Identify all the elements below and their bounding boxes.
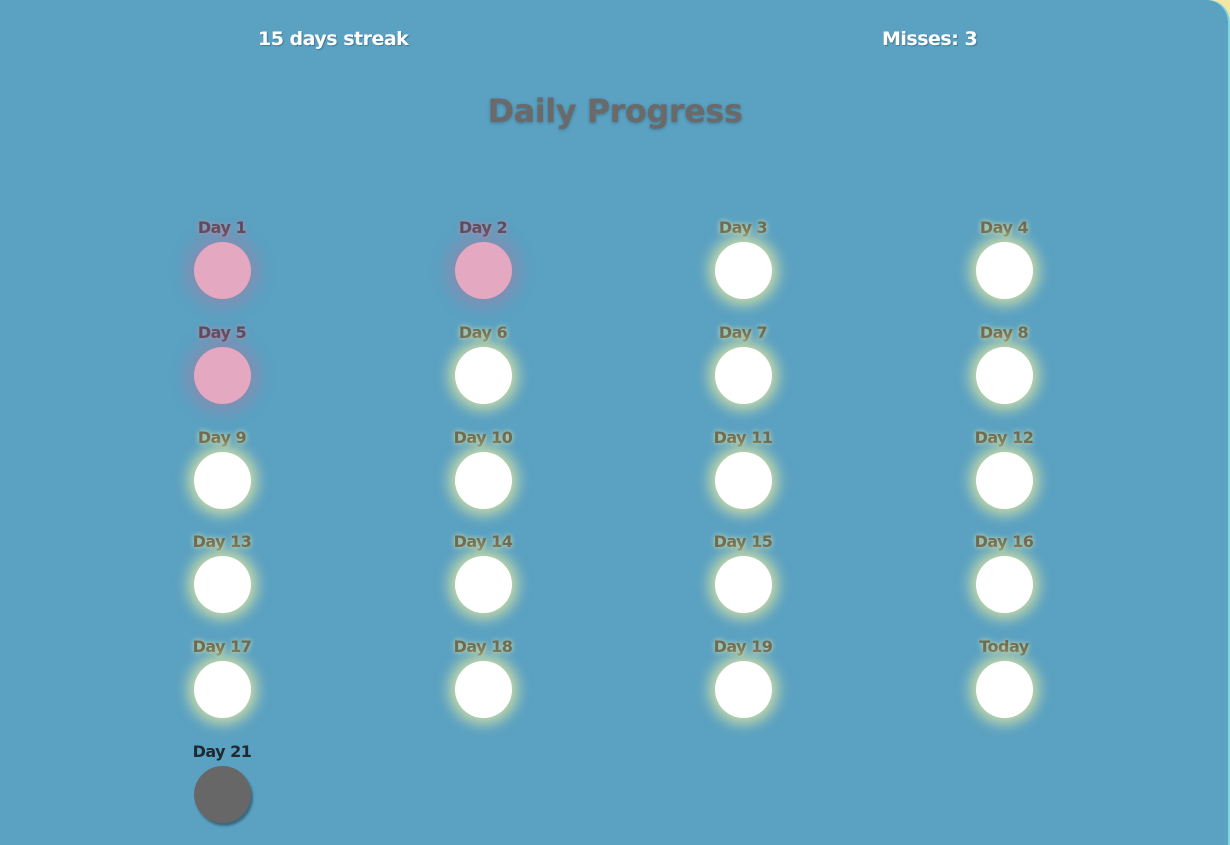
day-status-dot[interactable] [455,452,512,509]
day-label: Day 16 [974,532,1034,551]
day-label: Day 15 [713,532,773,551]
day-cell[interactable]: Day 9 [162,428,282,528]
day-label: Day 2 [458,218,508,237]
day-label: Day 6 [458,323,508,342]
day-label: Day 18 [453,637,513,656]
day-cell[interactable]: Day 2 [423,218,543,318]
day-status-dot[interactable] [194,242,251,299]
day-label: Day 8 [979,323,1029,342]
day-cell[interactable]: Day 10 [423,428,543,528]
day-status-dot[interactable] [194,347,251,404]
day-label: Day 4 [979,218,1029,237]
day-label: Day 14 [453,532,513,551]
day-label: Day 5 [197,323,247,342]
day-label: Day 1 [197,218,247,237]
day-status-dot[interactable] [194,452,251,509]
day-status-dot[interactable] [976,661,1033,718]
day-status-dot[interactable] [976,347,1033,404]
day-label: Day 17 [192,637,252,656]
day-status-dot[interactable] [194,661,251,718]
day-cell[interactable]: Day 11 [683,428,803,528]
day-label: Day 19 [713,637,773,656]
day-label: Day 9 [197,428,247,447]
day-status-dot[interactable] [194,556,251,613]
day-cell[interactable]: Day 1 [162,218,282,318]
day-label: Day 21 [192,742,252,761]
day-status-dot[interactable] [455,242,512,299]
day-cell[interactable]: Day 3 [683,218,803,318]
day-cell[interactable]: Day 5 [162,323,282,423]
day-label: Day 3 [718,218,768,237]
day-status-dot[interactable] [715,661,772,718]
streak-counter: 15 days streak [258,28,409,50]
day-cell[interactable]: Day 21 [162,742,282,842]
day-cell[interactable]: Day 7 [683,323,803,423]
day-label: Day 13 [192,532,252,551]
day-status-dot[interactable] [976,556,1033,613]
day-cell[interactable]: Day 17 [162,637,282,737]
misses-counter: Misses: 3 [882,28,978,50]
day-status-dot[interactable] [194,766,251,823]
day-cell[interactable]: Day 15 [683,532,803,632]
day-label: Day 7 [718,323,768,342]
day-status-dot[interactable] [455,661,512,718]
day-cell[interactable]: Day 4 [944,218,1064,318]
day-cell[interactable]: Day 19 [683,637,803,737]
day-cell[interactable]: Today [944,637,1064,737]
day-cell[interactable]: Day 13 [162,532,282,632]
progress-panel: 15 days streak Misses: 3 Daily Progress … [0,0,1228,845]
day-cell[interactable]: Day 16 [944,532,1064,632]
day-label: Day 10 [453,428,513,447]
day-cell[interactable]: Day 18 [423,637,543,737]
page-title: Daily Progress [487,92,743,130]
day-status-dot[interactable] [455,347,512,404]
day-status-dot[interactable] [715,242,772,299]
day-cell[interactable]: Day 6 [423,323,543,423]
day-label: Today [979,637,1029,656]
day-cell[interactable]: Day 14 [423,532,543,632]
day-label: Day 11 [713,428,773,447]
day-cell[interactable]: Day 12 [944,428,1064,528]
day-status-dot[interactable] [715,347,772,404]
day-label: Day 12 [974,428,1034,447]
day-cell[interactable]: Day 8 [944,323,1064,423]
day-status-dot[interactable] [976,452,1033,509]
day-status-dot[interactable] [715,452,772,509]
day-status-dot[interactable] [455,556,512,613]
day-status-dot[interactable] [715,556,772,613]
day-status-dot[interactable] [976,242,1033,299]
